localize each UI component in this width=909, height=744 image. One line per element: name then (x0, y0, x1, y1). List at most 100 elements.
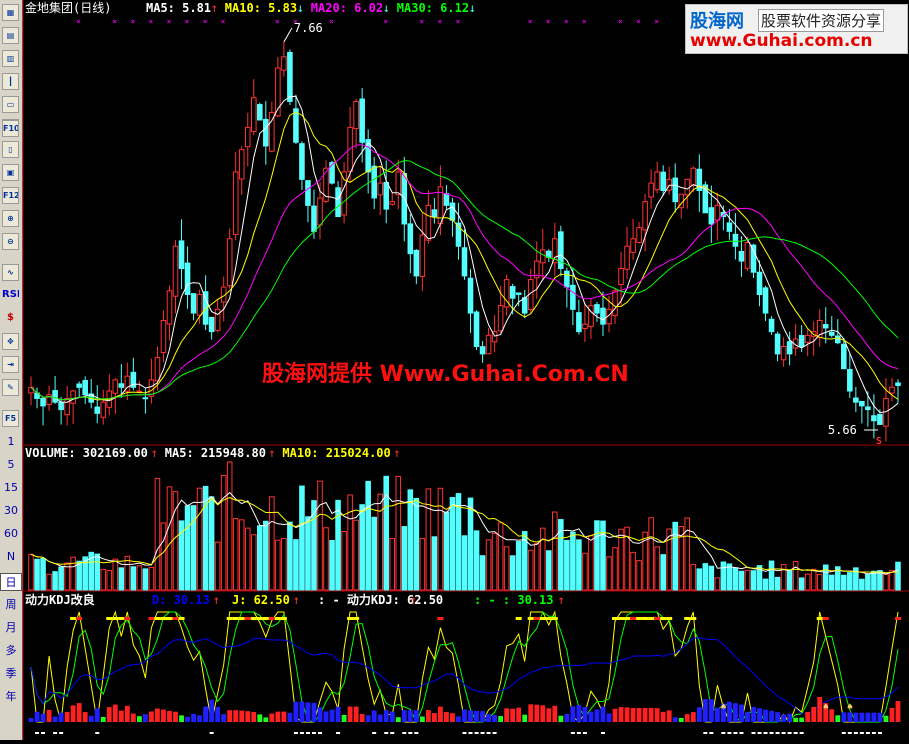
period-0[interactable]: 1 (0, 435, 22, 448)
volume-bar-71 (455, 493, 462, 591)
kdj-low-mark-90 (570, 732, 575, 734)
candle-body-73 (467, 277, 474, 314)
f10-icon[interactable]: F10 (2, 120, 19, 137)
candle-body-98 (618, 267, 624, 285)
indicator-icon[interactable]: ∿ (2, 264, 19, 281)
candle-body-138 (859, 400, 865, 407)
kdj-hist-107 (672, 717, 678, 722)
move-icon[interactable]: ✥ (2, 333, 19, 350)
volume-bar-73 (467, 497, 474, 591)
period-7[interactable]: 周 (0, 596, 22, 612)
candle-body-121 (756, 271, 763, 295)
period-6[interactable]: 日 (0, 573, 22, 591)
table-icon[interactable]: ▤ (2, 27, 19, 44)
kdj-hist-77 (492, 715, 498, 722)
f5-icon[interactable]: F5 (2, 410, 19, 427)
zoom-out-icon[interactable]: ⊖ (2, 233, 19, 250)
candle-body-66 (425, 204, 432, 241)
candle-body-15 (118, 383, 125, 388)
kdj-hist-63 (407, 710, 413, 722)
kdj-hist-28 (197, 715, 202, 722)
kdj-hist-94 (594, 709, 600, 722)
period-1[interactable]: 5 (0, 458, 22, 471)
kdj-low-mark-44 (293, 732, 298, 734)
volume-bar-109 (684, 517, 691, 591)
signal-marker-32: × (221, 17, 226, 26)
period-4[interactable]: 60 (0, 527, 22, 540)
volume-bar-65 (419, 537, 426, 591)
kdj-hist-134 (835, 715, 841, 722)
zoom-in-icon[interactable]: ⊕ (2, 210, 19, 227)
kdj-signal-36 (244, 617, 251, 620)
kdj-hist-144 (895, 700, 901, 722)
candle-body-107 (672, 177, 679, 203)
f11-icon[interactable]: ▣ (2, 164, 19, 181)
low-label: 5.66 (828, 423, 857, 437)
candle-body-141 (877, 413, 883, 425)
volume-bar-89 (564, 539, 570, 591)
signal-marker-98: × (618, 17, 623, 26)
period-2[interactable]: 15 (0, 481, 22, 494)
grid-icon[interactable]: ▦ (2, 4, 19, 21)
kdj-low-mark-127 (793, 732, 798, 734)
period-3[interactable]: 30 (0, 504, 22, 517)
candle-body-135 (841, 343, 847, 370)
candle-body-39 (263, 118, 269, 147)
kdj-panel[interactable]: ♠ ♠ ♠ (28, 610, 901, 734)
period-10[interactable]: 季 (0, 665, 22, 681)
kdj-signal-41 (274, 617, 281, 620)
kdj-hist-124 (775, 712, 780, 722)
bars-icon[interactable]: ▥ (2, 50, 19, 67)
candle-body-126 (786, 341, 793, 355)
volume-bar-74 (473, 530, 480, 591)
doc-icon[interactable]: ▯ (2, 141, 19, 158)
candle-body-67 (431, 209, 438, 218)
kdj-hist-83 (528, 704, 534, 722)
volume-bar-60 (389, 537, 396, 591)
candle-body-140 (871, 415, 877, 422)
volume-bar-110 (690, 563, 697, 591)
kdj-low-mark-138 (859, 732, 864, 734)
kdj-hist-121 (757, 708, 762, 722)
candle-body-116 (726, 222, 733, 232)
pencil-icon[interactable]: ✎ (2, 379, 19, 396)
candle-body-51 (335, 187, 341, 218)
kdj-signal-98 (618, 617, 625, 620)
candle-body-144 (895, 382, 901, 386)
dollar-icon[interactable]: $ (2, 310, 19, 327)
screen-icon[interactable]: ▭ (2, 96, 19, 113)
volume-bar-140 (871, 570, 877, 591)
period-8[interactable]: 月 (0, 619, 22, 635)
kdj-hist-44 (293, 701, 299, 722)
kdj-hist-101 (636, 707, 642, 722)
volume-bar-1 (34, 558, 40, 591)
kdj-hist-91 (576, 705, 582, 722)
kdj-low-mark-11 (95, 732, 100, 734)
volume-bar-136 (847, 572, 853, 591)
candle-icon[interactable]: ┃ (2, 73, 19, 90)
ma-legend-arrow-2: ↓ (383, 1, 390, 15)
volume-bar-55 (359, 504, 365, 591)
volume-bar-91 (576, 539, 582, 591)
rsi-icon[interactable]: RSI (2, 287, 19, 304)
period-11[interactable]: 年 (0, 688, 22, 704)
volume-bar-13 (106, 570, 113, 591)
volume-bar-70 (449, 497, 456, 591)
kdj-hist-106 (666, 710, 672, 722)
volume-bar-68 (437, 487, 444, 591)
period-5[interactable]: N (0, 550, 22, 563)
kdj-hist-142 (883, 715, 889, 722)
candle-body-90 (570, 284, 576, 310)
kdj-low-mark-123 (769, 732, 774, 734)
volume-bar-49 (323, 527, 329, 591)
kdj-signal-97 (612, 617, 619, 620)
signal-marker-83: × (528, 17, 533, 26)
export-icon[interactable]: ⇥ (2, 356, 19, 373)
volume-panel[interactable] (28, 461, 901, 591)
kdj-hist-133 (829, 709, 835, 722)
kdj-hist-72 (462, 709, 467, 722)
period-9[interactable]: 多 (0, 642, 22, 658)
kdj-hist-51 (335, 706, 341, 722)
f12-icon[interactable]: F12 (2, 187, 19, 204)
kdj-signal-14 (112, 617, 119, 620)
